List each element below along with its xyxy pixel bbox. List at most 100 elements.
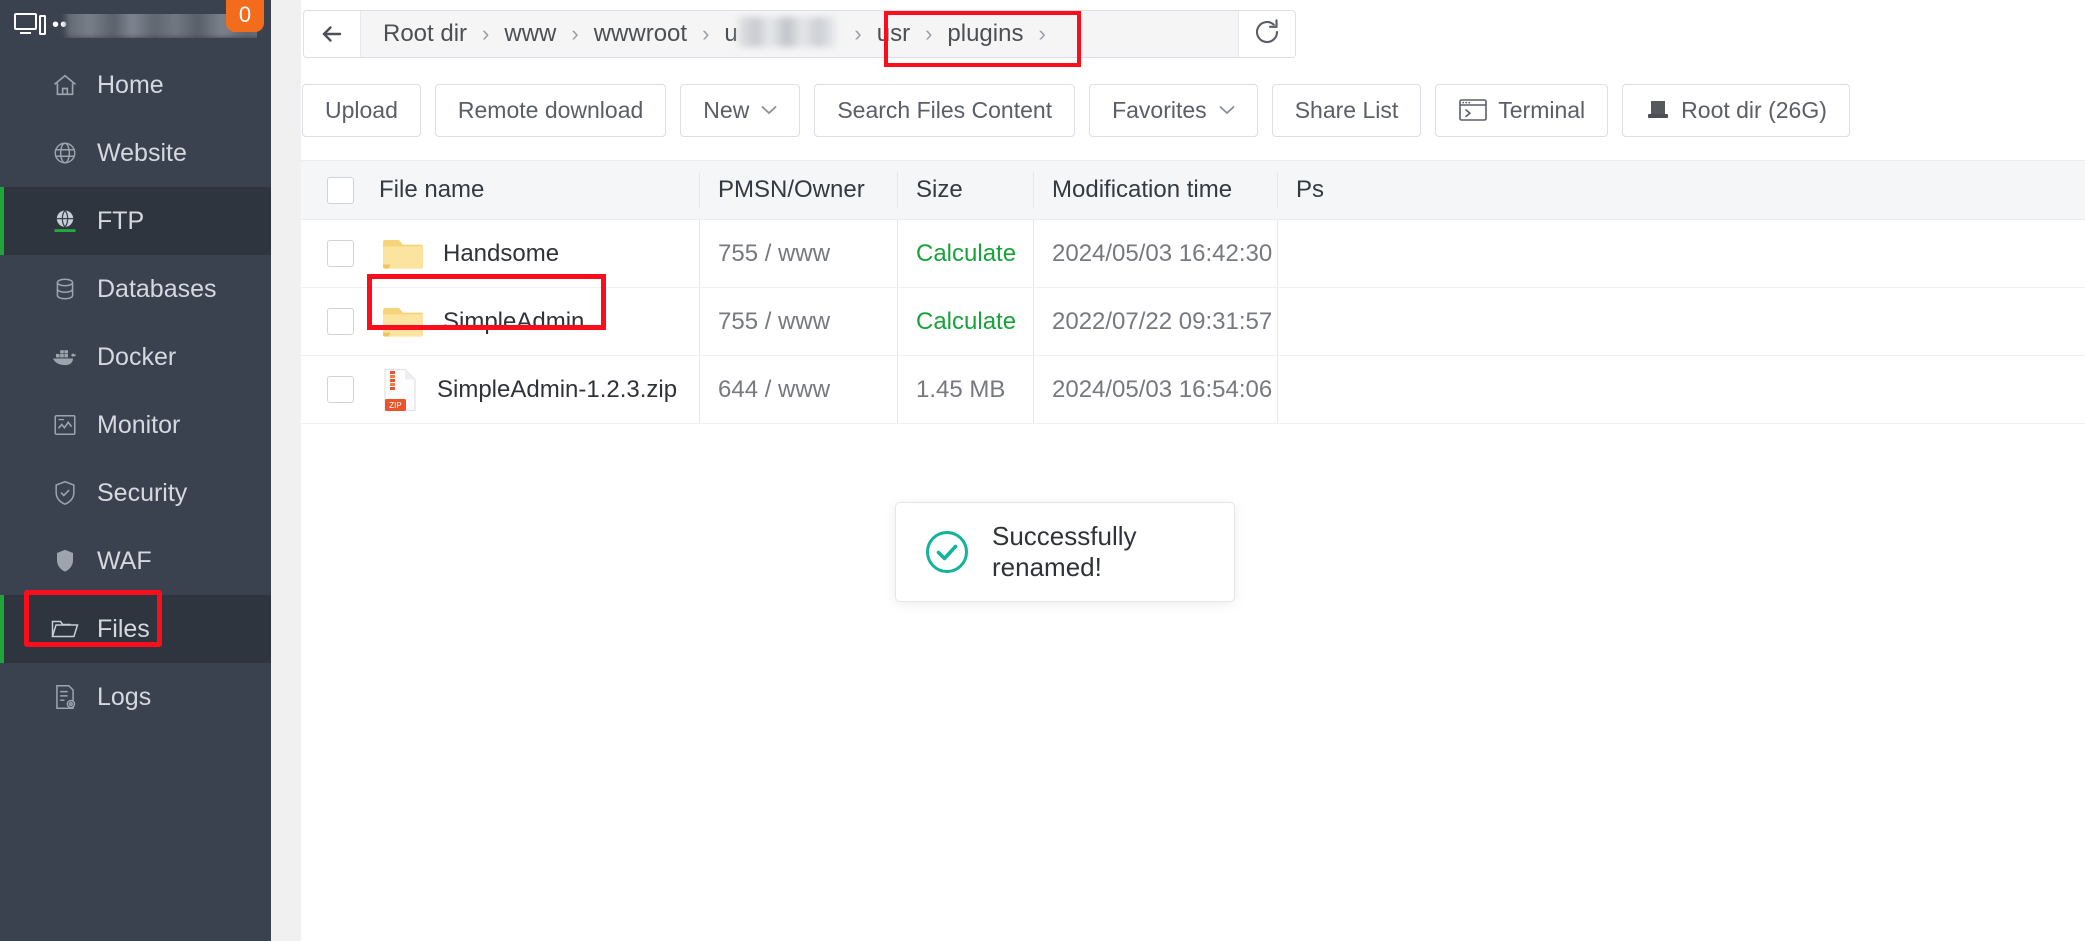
sidebar-item-label: Logs xyxy=(97,682,152,711)
row-select-cell xyxy=(301,376,379,403)
sidebar-item-label: Databases xyxy=(97,274,217,303)
svg-text:ZIP: ZIP xyxy=(389,401,401,410)
root-dir-disk-button[interactable]: Root dir (26G) xyxy=(1622,83,1850,137)
sidebar-item-waf[interactable]: WAF xyxy=(0,527,271,595)
table-row[interactable]: ZIP SimpleAdmin-1.2.3.zip 644 / www 1.45… xyxy=(301,356,2085,424)
folder-icon xyxy=(381,304,425,340)
shield-check-icon xyxy=(50,478,80,508)
notification-count: 0 xyxy=(238,2,252,27)
toolbar-button-label: Terminal xyxy=(1498,96,1586,123)
sidebar-item-security[interactable]: Security xyxy=(0,459,271,527)
sidebar-item-label: Website xyxy=(97,138,187,167)
sidebar-item-label: Docker xyxy=(97,342,177,371)
sidebar: •• 0 Home Website FTP Databases Docker M… xyxy=(0,0,271,941)
sidebar-item-label: WAF xyxy=(97,546,152,575)
sidebar-item-label: FTP xyxy=(97,206,145,235)
row-select-cell xyxy=(301,240,379,267)
pmsn-owner-cell: 755 / www xyxy=(699,220,897,287)
file-table: File name PMSN/Owner Size Modification t… xyxy=(301,160,2085,424)
sidebar-item-website[interactable]: Website xyxy=(0,119,271,187)
refresh-button[interactable] xyxy=(1238,11,1295,57)
globe-icon xyxy=(50,138,80,168)
sidebar-item-ftp[interactable]: FTP xyxy=(0,187,271,255)
folder-icon xyxy=(50,614,80,644)
breadcrumb-item-usr[interactable]: usr xyxy=(877,20,910,48)
column-header-ps[interactable]: Ps xyxy=(1277,172,1397,208)
sidebar-item-files[interactable]: Files xyxy=(0,595,271,663)
toolbar-button-label: Remote download xyxy=(457,96,644,123)
toolbar: Upload Remote download New Search Files … xyxy=(301,60,2085,138)
size-cell[interactable]: Calculate xyxy=(897,288,1033,355)
file-name-cell[interactable]: Handsome xyxy=(379,236,699,272)
select-all-checkbox[interactable] xyxy=(326,176,354,204)
terminal-button[interactable]: Terminal xyxy=(1435,83,1609,137)
breadcrumb-separator: › xyxy=(925,21,933,46)
ps-cell xyxy=(1277,288,1397,355)
breadcrumb-item-wwwroot[interactable]: wwwroot xyxy=(594,20,687,48)
chevron-down-icon xyxy=(1219,100,1235,120)
table-header-row: File name PMSN/Owner Size Modification t… xyxy=(301,160,2085,220)
breadcrumb-separator: › xyxy=(1038,21,1046,46)
row-select-cell xyxy=(301,308,379,335)
file-name-label: SimpleAdmin xyxy=(443,307,585,335)
success-check-circle-icon xyxy=(924,529,970,575)
ftp-globe-icon xyxy=(50,206,80,236)
row-checkbox[interactable] xyxy=(326,376,354,403)
zip-file-icon: ZIP xyxy=(381,368,419,412)
modification-time-cell: 2024/05/03 16:42:30 xyxy=(1033,220,1277,287)
file-name-cell[interactable]: ZIP SimpleAdmin-1.2.3.zip xyxy=(379,368,699,412)
size-cell[interactable]: Calculate xyxy=(897,220,1033,287)
column-header-file-name[interactable]: File name xyxy=(379,176,699,204)
breadcrumb-separator: › xyxy=(702,21,710,46)
breadcrumb-item-root[interactable]: Root dir xyxy=(383,20,467,48)
column-header-modification-time[interactable]: Modification time xyxy=(1033,172,1277,208)
terminal-icon xyxy=(1458,97,1488,123)
main-area: Root dir › www › wwwroot › u › usr › plu… xyxy=(271,0,2085,941)
new-button[interactable]: New xyxy=(680,83,801,137)
database-icon xyxy=(50,274,80,304)
home-icon xyxy=(50,70,80,100)
favorites-button[interactable]: Favorites xyxy=(1089,83,1258,137)
upload-button[interactable]: Upload xyxy=(302,83,421,137)
disk-icon xyxy=(1645,97,1671,123)
sidebar-item-databases[interactable]: Databases xyxy=(0,255,271,323)
file-name-label: SimpleAdmin-1.2.3.zip xyxy=(437,375,678,403)
row-checkbox[interactable] xyxy=(326,308,354,335)
share-list-button[interactable]: Share List xyxy=(1271,83,1422,137)
monitor-server-icon xyxy=(14,12,48,39)
breadcrumb-item-redacted[interactable]: u xyxy=(724,17,839,47)
row-checkbox[interactable] xyxy=(326,240,354,267)
pmsn-owner-cell: 755 / www xyxy=(699,288,897,355)
docker-icon xyxy=(50,342,80,372)
sidebar-item-logs[interactable]: Logs xyxy=(0,663,271,731)
sidebar-item-label: Security xyxy=(97,478,188,507)
log-icon xyxy=(50,682,80,712)
file-name-cell[interactable]: SimpleAdmin xyxy=(367,274,699,340)
remote-download-button[interactable]: Remote download xyxy=(434,83,667,137)
sidebar-item-home[interactable]: Home xyxy=(0,51,271,119)
folder-icon xyxy=(381,236,425,272)
notification-badge[interactable]: 0 xyxy=(226,0,264,32)
toast-message: Successfully renamed! xyxy=(992,521,1137,582)
breadcrumb-item-www[interactable]: www xyxy=(504,20,556,48)
toolbar-button-label: Root dir (26G) xyxy=(1681,96,1827,123)
modification-time-cell: 2024/05/03 16:54:06 xyxy=(1033,356,1277,423)
sidebar-item-docker[interactable]: Docker xyxy=(0,323,271,391)
pmsn-owner-cell: 644 / www xyxy=(699,356,897,423)
toolbar-button-label: New xyxy=(703,96,750,123)
sidebar-nav: Home Website FTP Databases Docker Monito… xyxy=(0,51,271,941)
toolbar-button-label: Favorites xyxy=(1112,96,1207,123)
sidebar-header: •• 0 xyxy=(0,0,271,51)
sidebar-item-label: Home xyxy=(97,70,164,99)
search-files-content-button[interactable]: Search Files Content xyxy=(814,83,1076,137)
table-row[interactable]: SimpleAdmin 755 / www Calculate 2022/07/… xyxy=(301,274,2085,356)
column-header-size[interactable]: Size xyxy=(897,172,1033,208)
column-header-pmsn-owner[interactable]: PMSN/Owner xyxy=(699,172,897,208)
breadcrumb-row: Root dir › www › wwwroot › u › usr › plu… xyxy=(301,0,2085,67)
back-button[interactable] xyxy=(304,11,361,57)
size-cell: 1.45 MB xyxy=(897,356,1033,423)
breadcrumb-item-plugins[interactable]: plugins xyxy=(947,20,1023,48)
success-toast: Successfully renamed! xyxy=(895,502,1235,602)
sidebar-item-monitor[interactable]: Monitor xyxy=(0,391,271,459)
table-row[interactable]: Handsome 755 / www Calculate 2024/05/03 … xyxy=(301,220,2085,288)
